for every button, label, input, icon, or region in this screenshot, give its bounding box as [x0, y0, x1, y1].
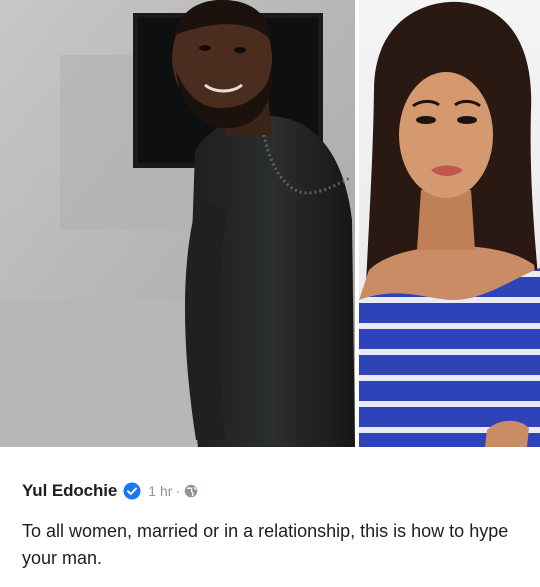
verified-badge-icon: [123, 482, 141, 500]
post-footer: Yul Edochie 1 hr · To all women, married…: [0, 447, 540, 587]
photo-woman[interactable]: [359, 0, 540, 447]
globe-icon[interactable]: [184, 484, 198, 498]
author-name[interactable]: Yul Edochie: [22, 481, 117, 501]
separator-dot: ·: [175, 483, 181, 499]
facebook-post: Yul Edochie 1 hr · To all women, married…: [0, 0, 540, 587]
photo-man[interactable]: [0, 0, 355, 447]
man-photo-illustration: [0, 0, 355, 447]
post-header-row: Yul Edochie 1 hr ·: [22, 481, 198, 501]
post-timestamp[interactable]: 1 hr: [148, 483, 172, 499]
post-text: To all women, married or in a relationsh…: [22, 521, 509, 568]
woman-photo-illustration: [359, 0, 540, 447]
photo-collage: [0, 0, 540, 447]
